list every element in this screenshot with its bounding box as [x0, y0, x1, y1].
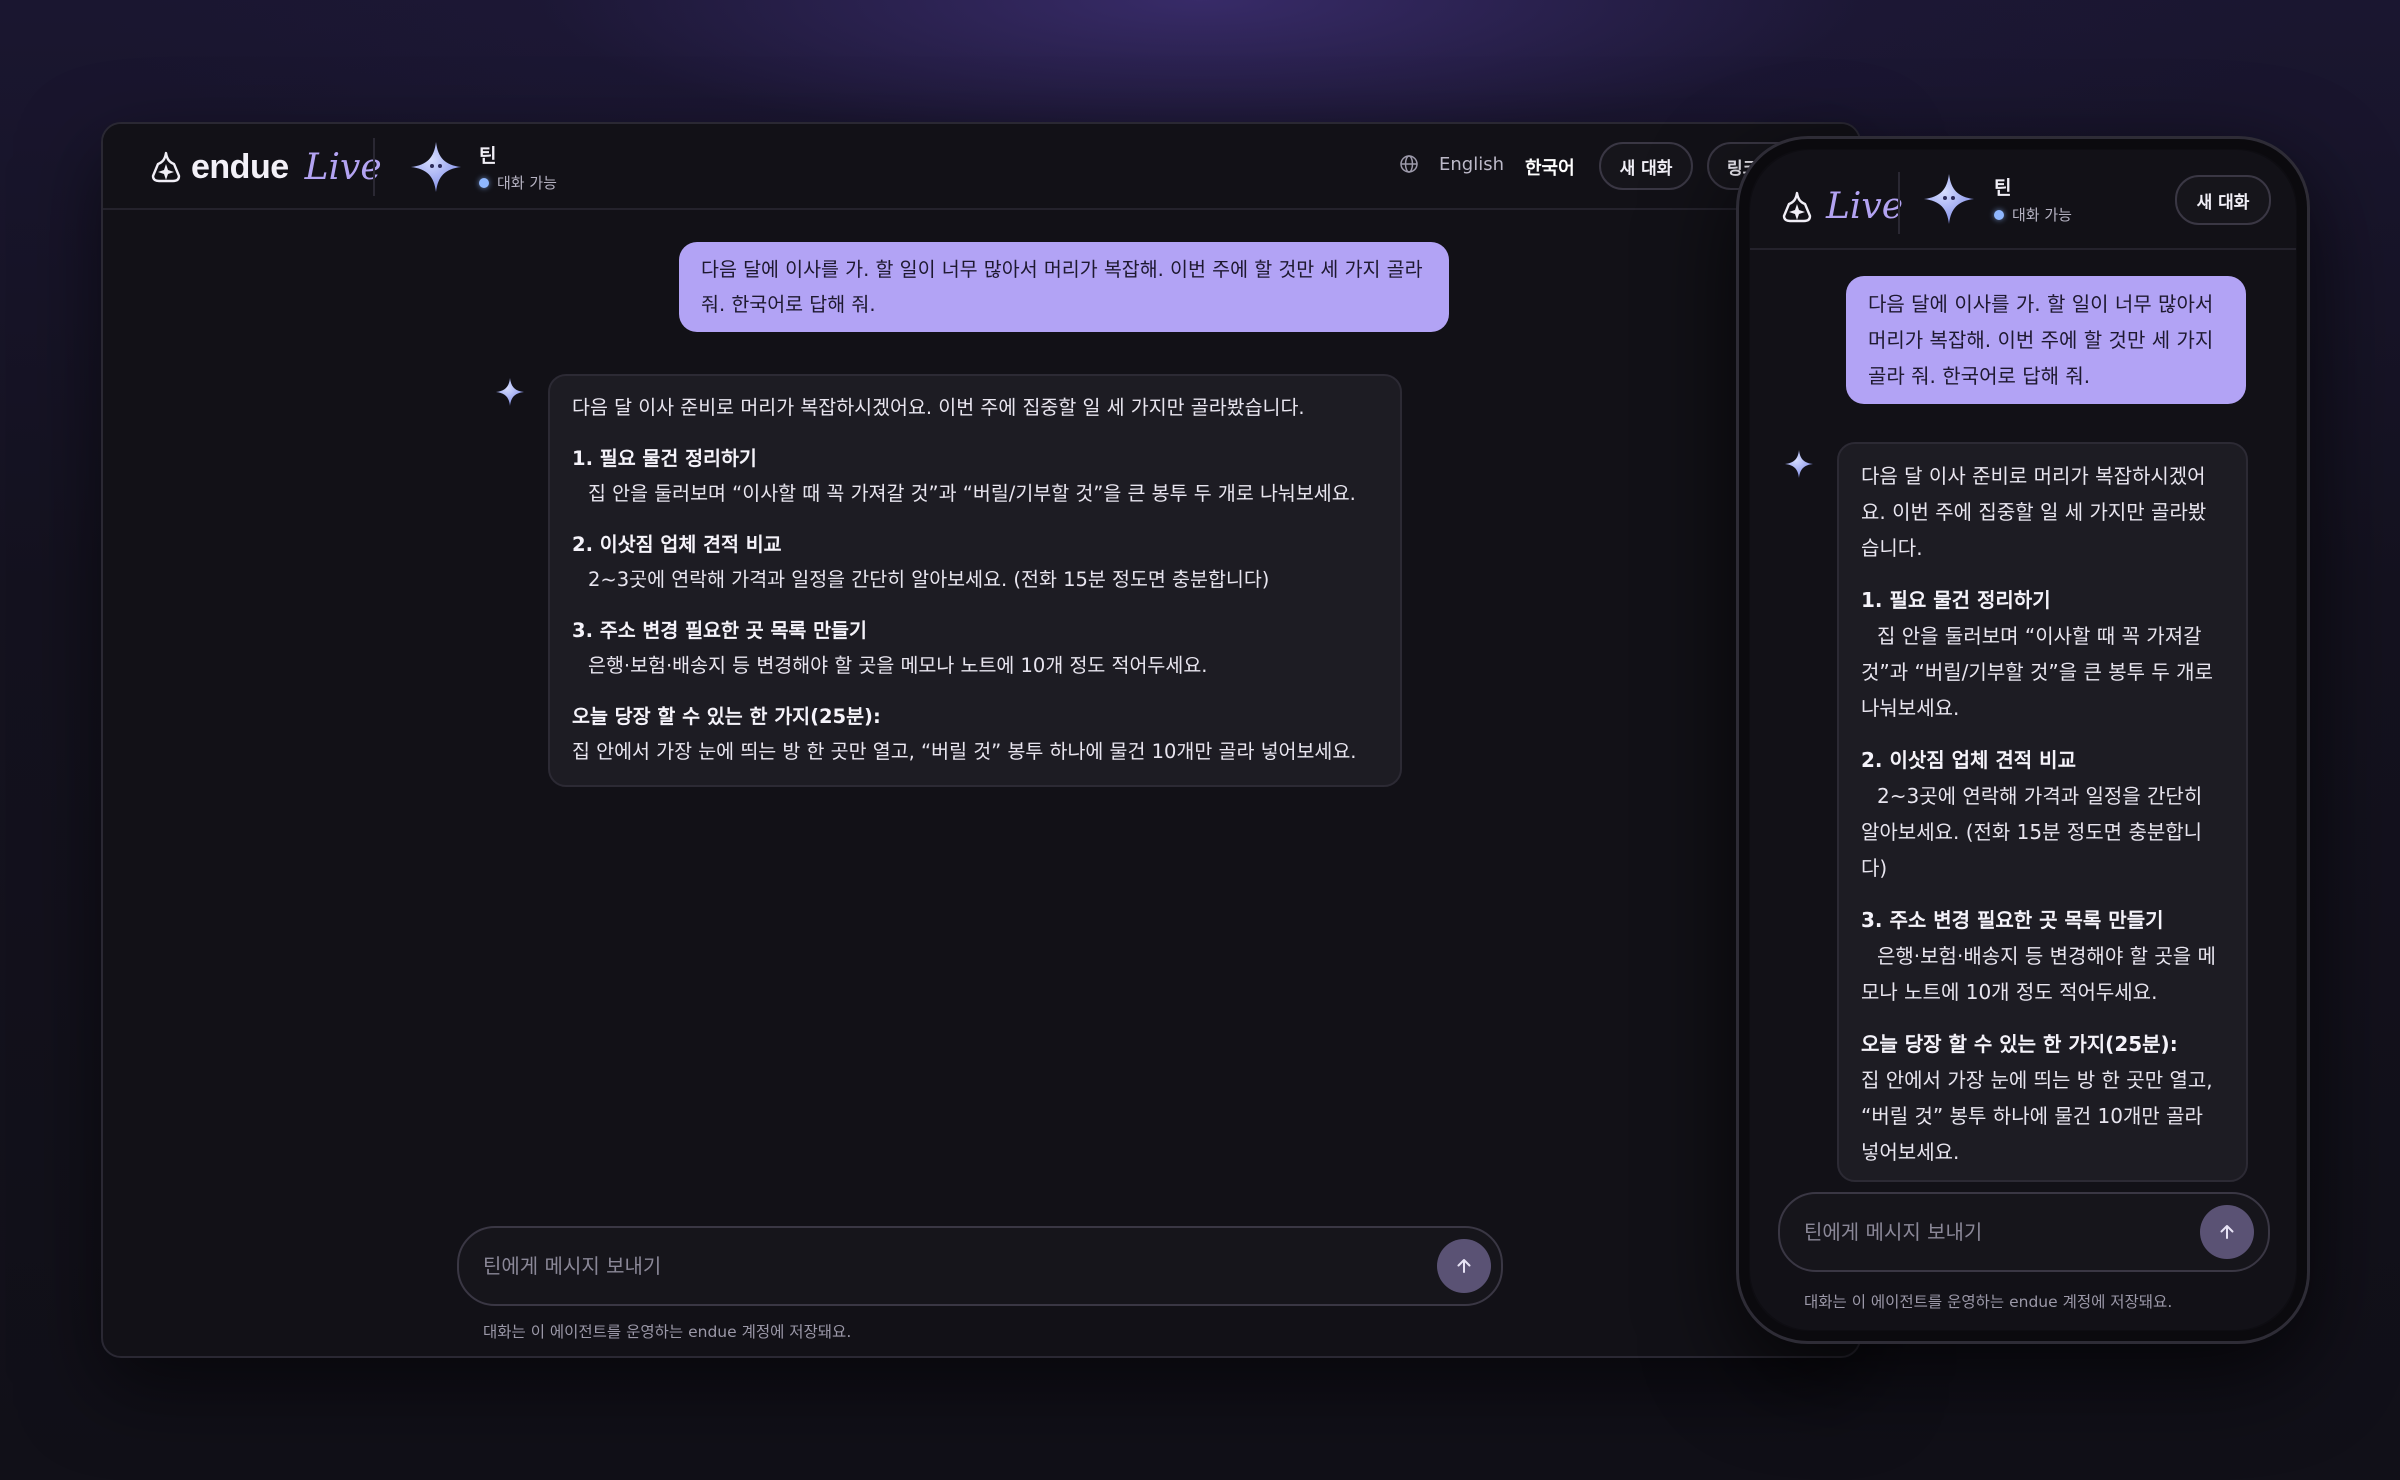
desktop-window: endue Live 틴 대화 가능 English 한국어 새 대화 링크 다… — [101, 122, 1861, 1358]
reply-item: 2. 이삿짐 업체 견적 비교 2~3곳에 연락해 가격과 일정을 간단히 알아… — [572, 527, 1378, 597]
reply-intro: 다음 달 이사 준비로 머리가 복잡하시겠어요. 이번 주에 집중할 일 세 가… — [572, 396, 1305, 419]
reply-item-body: 2~3곳에 연락해 가격과 일정을 간단히 알아보세요. (전화 15분 정도면… — [1861, 784, 2203, 880]
arrow-up-icon — [1457, 1259, 1471, 1273]
reply-today: 오늘 당장 할 수 있는 한 가지(25분): 집 안에서 가장 눈에 띄는 방… — [572, 699, 1378, 769]
reply-item-body: 집 안을 둘러보며 “이사할 때 꼭 가져갈 것”과 “버릴/기부할 것”을 큰… — [1861, 624, 2213, 720]
message-input[interactable] — [483, 1254, 1501, 1278]
agent-avatar-icon — [496, 378, 524, 406]
reply-item: 3. 주소 변경 필요한 곳 목록 만들기 은행·보험·배송지 등 변경해야 할… — [1861, 902, 2224, 1010]
reply-item-body: 은행·보험·배송지 등 변경해야 할 곳을 메모나 노트에 10개 정도 적어두… — [1861, 944, 2216, 1004]
endue-logo-icon — [151, 151, 181, 183]
reply-today: 오늘 당장 할 수 있는 한 가지(25분): 집 안에서 가장 눈에 띄는 방… — [1861, 1026, 2224, 1170]
reply-item-title: 1. 필요 물건 정리하기 — [572, 447, 757, 470]
brand-name: endue — [191, 147, 289, 186]
agent-info: 틴 대화 가능 — [409, 140, 557, 194]
message-input[interactable] — [1804, 1220, 2268, 1244]
new-chat-button[interactable]: 새 대화 — [1599, 142, 1693, 190]
reply-today-body: 집 안에서 가장 눈에 띄는 방 한 곳만 열고, “버릴 것” 봉투 하나에 … — [572, 740, 1357, 763]
brand-live-label: Live — [304, 146, 382, 188]
user-message: 다음 달에 이사를 가. 할 일이 너무 많아서 머리가 복잡해. 이번 주에 … — [679, 242, 1449, 332]
agent-status: 대화 가능 — [1994, 204, 2072, 225]
reply-item-title: 2. 이삿짐 업체 견적 비교 — [572, 533, 782, 556]
reply-today-body: 집 안에서 가장 눈에 띄는 방 한 곳만 열고, “버릴 것” 봉투 하나에 … — [1861, 1068, 2213, 1164]
send-button[interactable] — [1437, 1239, 1491, 1293]
send-button[interactable] — [2200, 1205, 2254, 1259]
globe-icon — [1400, 155, 1418, 173]
brand-live-label: Live — [1826, 186, 1904, 227]
assistant-message: 다음 달 이사 준비로 머리가 복잡하시겠어요. 이번 주에 집중할 일 세 가… — [548, 374, 1402, 787]
agent-status-label: 대화 가능 — [2012, 206, 2072, 224]
mobile-brand-logo[interactable]: Live — [1780, 186, 1903, 227]
storage-note: 대화는 이 에이전트를 운영하는 endue 계정에 저장돼요. — [1804, 1293, 2173, 1311]
header-divider — [373, 138, 375, 196]
reply-item-title: 3. 주소 변경 필요한 곳 목록 만들기 — [1861, 908, 2164, 932]
endue-logo-icon — [1782, 191, 1812, 222]
mobile-header: Live 틴 대화 가능 새 대화 — [1750, 150, 2296, 250]
reply-item-title: 1. 필요 물건 정리하기 — [1861, 588, 2051, 612]
reply-item-title: 3. 주소 변경 필요한 곳 목록 만들기 — [572, 619, 867, 642]
reply-today-title: 오늘 당장 할 수 있는 한 가지(25분): — [572, 705, 881, 728]
reply-intro: 다음 달 이사 준비로 머리가 복잡하시겠어요. 이번 주에 집중할 일 세 가… — [1861, 464, 2207, 560]
assistant-message: 다음 달 이사 준비로 머리가 복잡하시겠어요. 이번 주에 집중할 일 세 가… — [1837, 442, 2248, 1182]
status-dot — [479, 177, 489, 188]
new-chat-button[interactable]: 새 대화 — [2175, 175, 2271, 225]
agent-name: 틴 — [1994, 177, 2012, 199]
reply-item: 3. 주소 변경 필요한 곳 목록 만들기 은행·보험·배송지 등 변경해야 할… — [572, 613, 1378, 683]
agent-star-icon — [411, 142, 461, 192]
header-divider — [1898, 172, 1900, 234]
reply-item-body: 2~3곳에 연락해 가격과 일정을 간단히 알아보세요. (전화 15분 정도면… — [588, 568, 1270, 591]
message-composer — [1778, 1192, 2270, 1272]
agent-name: 틴 — [479, 145, 497, 167]
lang-korean[interactable]: 한국어 — [1525, 154, 1575, 180]
reply-item: 1. 필요 물건 정리하기 집 안을 둘러보며 “이사할 때 꼭 가져갈 것”과… — [1861, 582, 2224, 726]
status-dot — [1994, 209, 2004, 220]
agent-star-icon — [1924, 174, 1974, 224]
reply-today-title: 오늘 당장 할 수 있는 한 가지(25분): — [1861, 1032, 2178, 1056]
reply-item-title: 2. 이삿짐 업체 견적 비교 — [1861, 748, 2076, 772]
brand-logo[interactable]: endue Live — [149, 144, 382, 190]
storage-note: 대화는 이 에이전트를 운영하는 endue 계정에 저장돼요. — [483, 1323, 852, 1341]
arrow-up-icon — [2220, 1225, 2234, 1239]
desktop-header: endue Live 틴 대화 가능 English 한국어 새 대화 링크 — [103, 124, 1859, 210]
agent-info: 틴 대화 가능 — [1922, 172, 2072, 226]
agent-status-label: 대화 가능 — [497, 174, 557, 192]
agent-avatar-icon — [1785, 450, 1813, 478]
reply-item-body: 은행·보험·배송지 등 변경해야 할 곳을 메모나 노트에 10개 정도 적어두… — [588, 654, 1208, 677]
lang-english[interactable]: English — [1439, 154, 1504, 175]
reply-item: 2. 이삿짐 업체 견적 비교 2~3곳에 연락해 가격과 일정을 간단히 알아… — [1861, 742, 2224, 886]
mobile-screen: Live 틴 대화 가능 새 대화 다음 달에 이사를 가. 할 일이 너무 많… — [1750, 150, 2296, 1330]
reply-item-body: 집 안을 둘러보며 “이사할 때 꼭 가져갈 것”과 “버릴/기부할 것”을 큰… — [588, 482, 1356, 505]
user-message: 다음 달에 이사를 가. 할 일이 너무 많아서 머리가 복잡해. 이번 주에 … — [1846, 276, 2246, 404]
mobile-frame: Live 틴 대화 가능 새 대화 다음 달에 이사를 가. 할 일이 너무 많… — [1736, 136, 2310, 1344]
reply-item: 1. 필요 물건 정리하기 집 안을 둘러보며 “이사할 때 꼭 가져갈 것”과… — [572, 441, 1378, 511]
message-composer — [457, 1226, 1503, 1306]
agent-status: 대화 가능 — [479, 172, 557, 193]
